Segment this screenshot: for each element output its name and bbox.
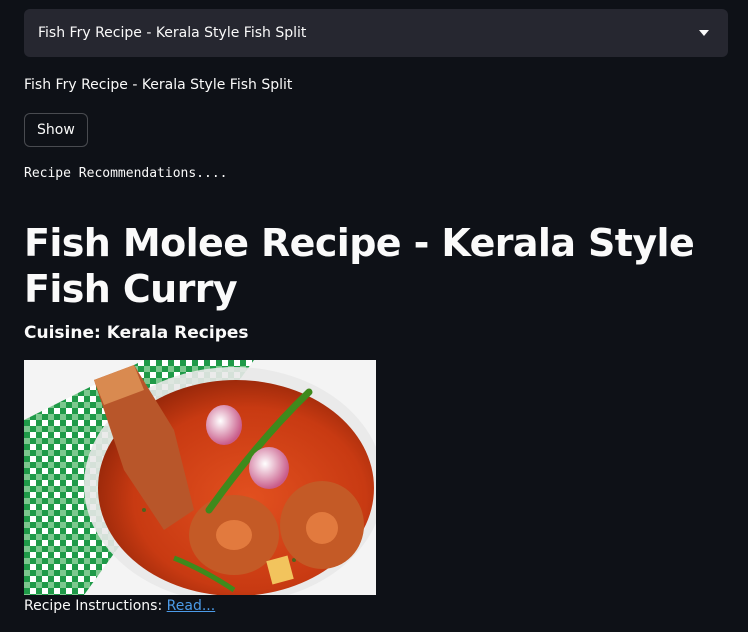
instructions-label: Recipe Instructions: — [24, 598, 163, 614]
chevron-down-icon[interactable] — [694, 23, 714, 43]
read-more-link[interactable]: Read... — [167, 598, 216, 614]
recipe-select[interactable]: Fish Fry Recipe - Kerala Style Fish Spli… — [24, 9, 728, 57]
recipe-instructions: Recipe Instructions: Read... — [24, 598, 215, 614]
recommendations-text: Recipe Recommendations.... — [24, 166, 228, 181]
recipe-title: Fish Molee Recipe - Kerala Style Fish Cu… — [24, 221, 695, 311]
show-button[interactable]: Show — [24, 113, 88, 147]
recipe-cuisine: Cuisine: Kerala Recipes — [24, 323, 249, 343]
selected-recipe-text: Fish Fry Recipe - Kerala Style Fish Spli… — [24, 77, 293, 93]
app-page: Fish Fry Recipe - Kerala Style Fish Spli… — [0, 0, 748, 632]
recipe-select-value: Fish Fry Recipe - Kerala Style Fish Spli… — [38, 25, 307, 41]
recipe-image — [24, 360, 376, 595]
